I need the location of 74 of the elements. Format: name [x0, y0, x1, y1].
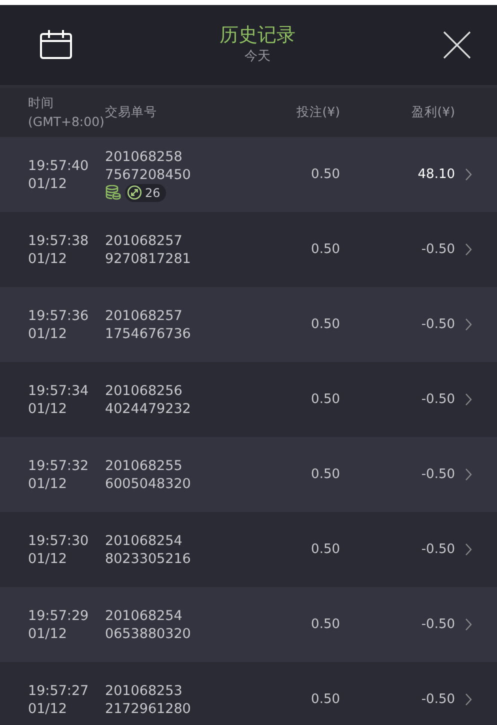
profit-amount: -0.50: [421, 466, 455, 482]
chevron-right-icon: [465, 243, 472, 256]
date-text: 01/12: [28, 700, 68, 718]
chevron-right-icon: [465, 168, 472, 181]
date-subtitle: 今天: [244, 48, 272, 66]
chevron-right-icon: [465, 693, 472, 706]
column-header: 交易单号: [105, 104, 157, 120]
profit-amount: -0.50: [421, 392, 455, 407]
date-text: 01/12: [28, 324, 68, 342]
stake-amount: 0.50: [311, 692, 340, 707]
profit-amount: -0.50: [421, 316, 455, 332]
stake-amount: 0.50: [311, 242, 340, 257]
stake-amount: 0.50: [311, 166, 340, 182]
dialog-title: 历史记录: [220, 24, 296, 47]
chevron-right-icon: [465, 393, 472, 406]
order-number: 2172961280: [105, 700, 192, 718]
time-text: 19:57:38: [28, 232, 90, 250]
time-text: 19:57:36: [28, 306, 90, 324]
date-text: 01/12: [28, 250, 68, 268]
history-row[interactable]: 19:57:30 01/12 201068254 8023305216 0.50 -0.50: [0, 512, 497, 587]
profit-amount: -0.50: [421, 616, 455, 632]
order-number: 201068254: [105, 532, 184, 550]
profit-amount: -0.50: [421, 692, 455, 707]
column-header: 投注(¥): [296, 104, 340, 120]
order-number: 6005048320: [105, 474, 192, 492]
history-row[interactable]: 19:57:27 01/12 201068253 2172961280 0.50 -0.50: [0, 662, 497, 725]
history-row[interactable]: 19:57:36 01/12 201068257 1754676736 0.50 -0.50: [0, 287, 497, 362]
date-text: 01/12: [28, 624, 68, 642]
date-text: 01/12: [28, 174, 68, 192]
history-row[interactable]: 19:57:34 01/12 201068256 4024479232 0.50 -0.50: [0, 362, 497, 437]
chevron-right-icon: [465, 543, 472, 556]
stake-amount: 0.50: [311, 466, 340, 482]
profit-amount: -0.50: [421, 242, 455, 257]
order-number: 9270817281: [105, 250, 192, 268]
chevron-right-icon: [465, 318, 472, 331]
coins-icon: [105, 185, 121, 200]
history-row[interactable]: 19:57:40 01/12 201068258 7567208450 26 0.50 48.10: [0, 137, 497, 212]
order-number: 201068257: [105, 306, 184, 324]
time-text: 19:57:30: [28, 532, 90, 550]
profit-amount: 48.10: [418, 166, 455, 182]
time-text: 19:57:40: [28, 156, 90, 174]
stake-amount: 0.50: [311, 542, 340, 557]
order-number: 201068254: [105, 606, 184, 624]
date-text: 01/12: [28, 474, 68, 492]
time-text: 19:57:34: [28, 382, 90, 400]
time-text: 19:57:29: [28, 606, 90, 624]
order-number: 201068258: [105, 148, 184, 166]
close-icon[interactable]: [443, 31, 471, 59]
multiplier-badge: 26: [125, 184, 166, 202]
order-number: 1754676736: [105, 324, 192, 342]
time-text: 19:57:27: [28, 682, 90, 700]
stake-amount: 0.50: [311, 316, 340, 332]
order-number: 201068255: [105, 456, 184, 474]
chevron-right-icon: [465, 468, 472, 481]
order-number: 7567208450: [105, 166, 192, 184]
order-number: 201068257: [105, 232, 184, 250]
column-header: 盈利(¥): [411, 104, 455, 120]
stake-amount: 0.50: [311, 392, 340, 407]
order-number: 201068253: [105, 682, 184, 700]
time-text: 19:57:32: [28, 456, 90, 474]
profit-amount: -0.50: [421, 542, 455, 557]
history-row[interactable]: 19:57:38 01/12 201068257 9270817281 0.50 -0.50: [0, 212, 497, 287]
history-row[interactable]: 19:57:32 01/12 201068255 6005048320 0.50 -0.50: [0, 437, 497, 512]
history-row[interactable]: 19:57:29 01/12 201068254 0653880320 0.50 -0.50: [0, 587, 497, 662]
date-text: 01/12: [28, 400, 68, 418]
order-number: 0653880320: [105, 624, 192, 642]
order-number: 8023305216: [105, 550, 192, 568]
date-text: 01/12: [28, 550, 68, 568]
order-number: 201068256: [105, 382, 184, 400]
chevron-right-icon: [465, 618, 472, 631]
stake-amount: 0.50: [311, 616, 340, 632]
column-header: 时间 (GMT+8:00): [28, 94, 104, 128]
calendar-icon[interactable]: [40, 30, 72, 60]
order-number: 4024479232: [105, 400, 192, 418]
